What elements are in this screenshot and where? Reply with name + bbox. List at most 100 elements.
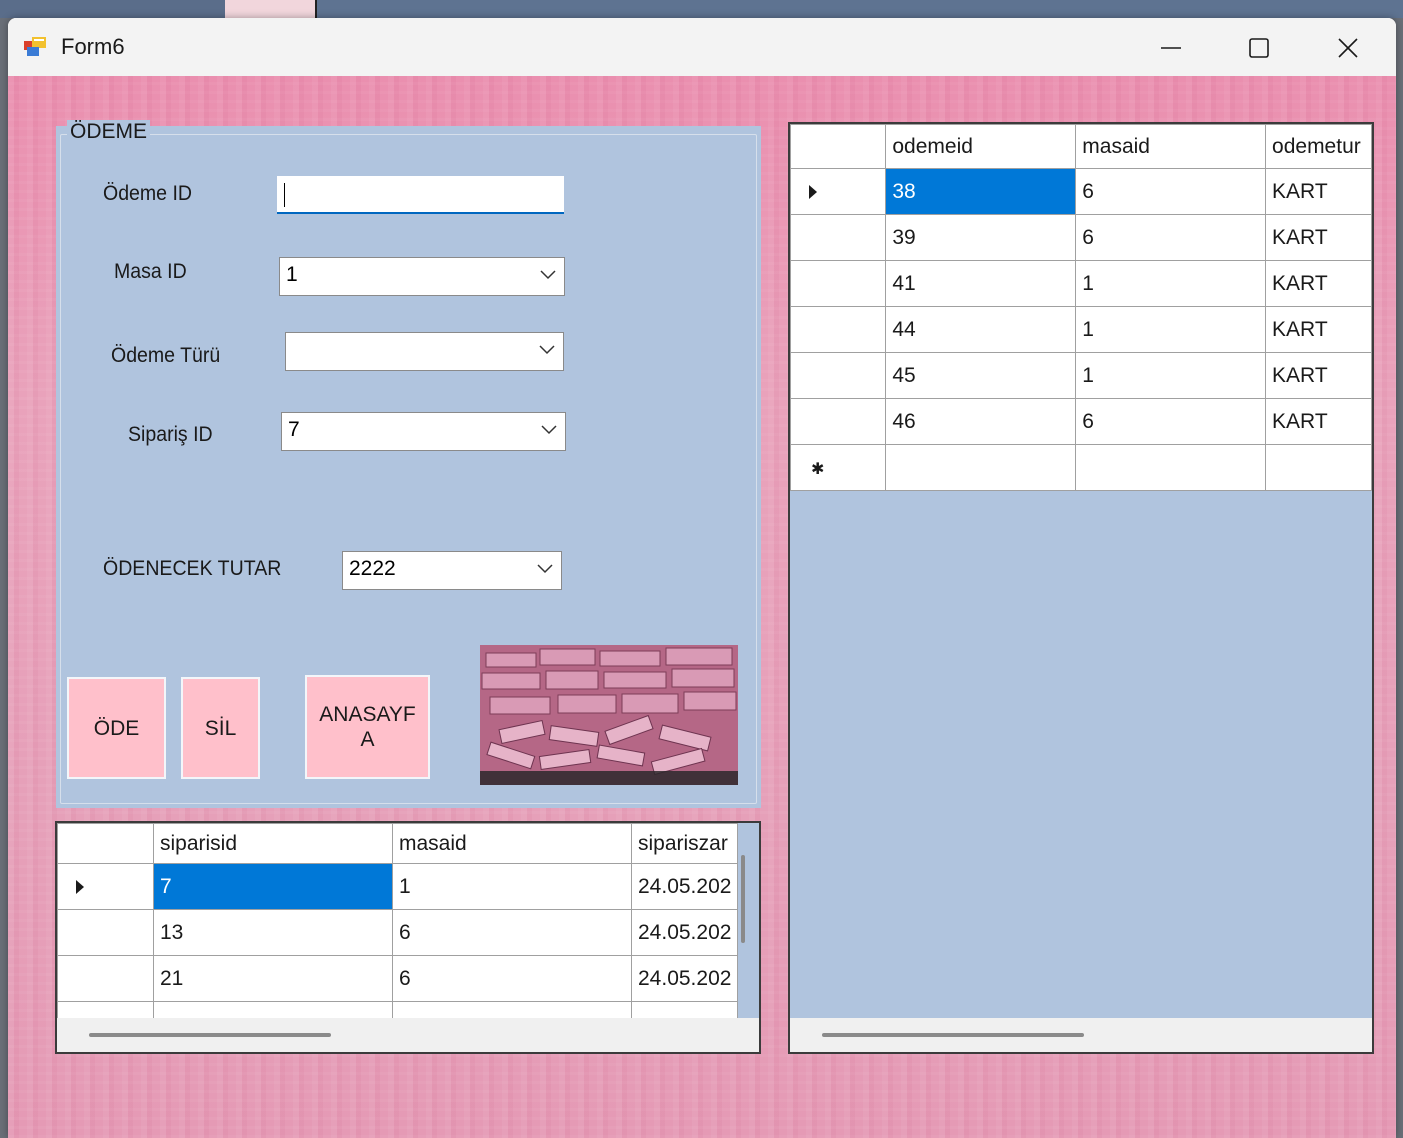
- row-header[interactable]: [790, 260, 887, 307]
- column-header[interactable]: sipariszar: [630, 823, 739, 864]
- table-cell[interactable]: 44: [885, 306, 1077, 353]
- table-cell[interactable]: 13: [153, 909, 393, 956]
- odenecek-tutar-value: 2222: [349, 557, 396, 580]
- anasayfa-button[interactable]: ANASAYF A: [305, 675, 430, 779]
- row-header[interactable]: [790, 398, 887, 445]
- chevron-down-icon[interactable]: [541, 425, 557, 435]
- odeme-groupbox: ÖDEME Ödeme ID Masa ID 1 Ödeme Türü Sipa…: [56, 120, 761, 808]
- table-cell[interactable]: 1: [392, 863, 632, 910]
- table-row[interactable]: 39 6 KART: [790, 214, 1372, 261]
- table-cell[interactable]: 1: [1075, 260, 1267, 307]
- title-bar[interactable]: Form6: [8, 18, 1396, 76]
- row-header[interactable]: ✱: [790, 444, 887, 491]
- table-row[interactable]: 21 6 24.05.202: [57, 955, 739, 1002]
- table-row[interactable]: 46 6 KART: [790, 398, 1372, 445]
- row-header-corner: [57, 823, 154, 864]
- siparis-datagrid[interactable]: siparisid masaid sipariszar 7 1 24.05.20…: [55, 821, 761, 1054]
- maximize-button[interactable]: [1216, 18, 1304, 76]
- table-cell[interactable]: 24.05.202: [630, 863, 739, 910]
- sil-button[interactable]: SİL: [181, 677, 260, 779]
- table-cell[interactable]: 39: [885, 214, 1077, 261]
- form-client-area: ÖDEME Ödeme ID Masa ID 1 Ödeme Türü Sipa…: [8, 76, 1396, 1138]
- table-cell[interactable]: 6: [1075, 214, 1267, 261]
- table-cell[interactable]: 6: [392, 955, 632, 1002]
- close-button[interactable]: [1305, 18, 1393, 76]
- table-cell[interactable]: 6: [1075, 398, 1267, 445]
- table-cell[interactable]: 1: [1075, 352, 1267, 399]
- ode-button[interactable]: ÖDE: [67, 677, 166, 779]
- column-header[interactable]: odemeid: [885, 124, 1077, 169]
- current-row-arrow-icon: [809, 184, 817, 199]
- table-row[interactable]: 45 1 KART: [790, 352, 1372, 399]
- odenecek-tutar-combobox[interactable]: 2222: [342, 551, 562, 590]
- new-row[interactable]: ✱: [790, 444, 1372, 491]
- table-row[interactable]: 13 6 24.05.202: [57, 909, 739, 956]
- table-cell[interactable]: 41: [885, 260, 1077, 307]
- siparis-id-combobox[interactable]: 7: [281, 412, 566, 451]
- odeme-id-input[interactable]: [277, 176, 564, 214]
- vertical-scrollbar-thumb[interactable]: [741, 855, 745, 943]
- row-header[interactable]: [57, 955, 154, 1002]
- table-cell[interactable]: 38: [885, 168, 1077, 215]
- table-cell[interactable]: KART: [1265, 168, 1372, 215]
- new-row-star-icon: ✱: [811, 460, 825, 478]
- odeme-turu-label: Ödeme Türü: [111, 344, 221, 367]
- text-caret: [284, 183, 285, 207]
- table-cell[interactable]: 46: [885, 398, 1077, 445]
- table-cell[interactable]: 45: [885, 352, 1077, 399]
- app-icon: [24, 37, 46, 56]
- horizontal-scrollbar-thumb[interactable]: [822, 1033, 1084, 1037]
- masa-id-label: Masa ID: [114, 260, 187, 283]
- odeme-id-label: Ödeme ID: [103, 182, 193, 205]
- chevron-down-icon[interactable]: [537, 564, 553, 574]
- horizontal-scrollbar-thumb[interactable]: [89, 1033, 331, 1037]
- maximize-icon: [1249, 38, 1269, 58]
- table-cell[interactable]: [1075, 444, 1267, 491]
- table-cell[interactable]: 6: [392, 909, 632, 956]
- odeme-turu-combobox[interactable]: [285, 332, 564, 371]
- minimize-button[interactable]: [1128, 18, 1216, 76]
- table-cell[interactable]: KART: [1265, 352, 1372, 399]
- close-icon: [1338, 38, 1358, 58]
- table-cell[interactable]: 1: [1075, 306, 1267, 353]
- row-header[interactable]: [790, 352, 887, 399]
- row-header[interactable]: [790, 306, 887, 353]
- chevron-down-icon[interactable]: [539, 345, 555, 355]
- column-header[interactable]: siparisid: [153, 823, 393, 864]
- table-cell[interactable]: 24.05.202: [630, 955, 739, 1002]
- current-row-arrow-icon: [76, 879, 84, 894]
- column-header[interactable]: masaid: [1075, 124, 1267, 169]
- table-cell[interactable]: 7: [153, 863, 393, 910]
- horizontal-scrollbar[interactable]: [57, 1018, 759, 1052]
- row-header[interactable]: [57, 863, 154, 910]
- chevron-down-icon[interactable]: [540, 270, 556, 280]
- table-row[interactable]: 44 1 KART: [790, 306, 1372, 353]
- table-cell[interactable]: KART: [1265, 214, 1372, 261]
- minimize-icon: [1161, 47, 1181, 49]
- table-row[interactable]: 41 1 KART: [790, 260, 1372, 307]
- money-image: [480, 645, 738, 785]
- row-header[interactable]: [790, 168, 887, 215]
- row-header[interactable]: [57, 909, 154, 956]
- horizontal-scrollbar[interactable]: [790, 1018, 1372, 1052]
- table-cell[interactable]: KART: [1265, 398, 1372, 445]
- table-cell[interactable]: 21: [153, 955, 393, 1002]
- table-row[interactable]: 38 6 KART: [790, 168, 1372, 215]
- table-cell[interactable]: 24.05.202: [630, 909, 739, 956]
- odeme-datagrid[interactable]: odemeid masaid odemetur 38 6 KART 39 6 K…: [788, 122, 1374, 1054]
- table-cell[interactable]: [885, 444, 1077, 491]
- table-cell[interactable]: 6: [1075, 168, 1267, 215]
- odenecek-tutar-label: ÖDENECEK TUTAR: [103, 557, 282, 580]
- groupbox-title: ÖDEME: [67, 120, 151, 144]
- window-title: Form6: [61, 34, 125, 59]
- table-cell[interactable]: KART: [1265, 260, 1372, 307]
- column-header[interactable]: odemetur: [1265, 124, 1372, 169]
- masa-id-combobox[interactable]: 1: [279, 257, 565, 296]
- column-header[interactable]: masaid: [392, 823, 632, 864]
- table-cell[interactable]: [1265, 444, 1372, 491]
- table-cell[interactable]: KART: [1265, 306, 1372, 353]
- table-row[interactable]: 7 1 24.05.202: [57, 863, 739, 910]
- desktop-strip: [0, 0, 1403, 18]
- row-header[interactable]: [790, 214, 887, 261]
- form-window: Form6 ÖDEME Ödeme ID Masa ID 1 Ödeme Tür…: [8, 18, 1396, 1138]
